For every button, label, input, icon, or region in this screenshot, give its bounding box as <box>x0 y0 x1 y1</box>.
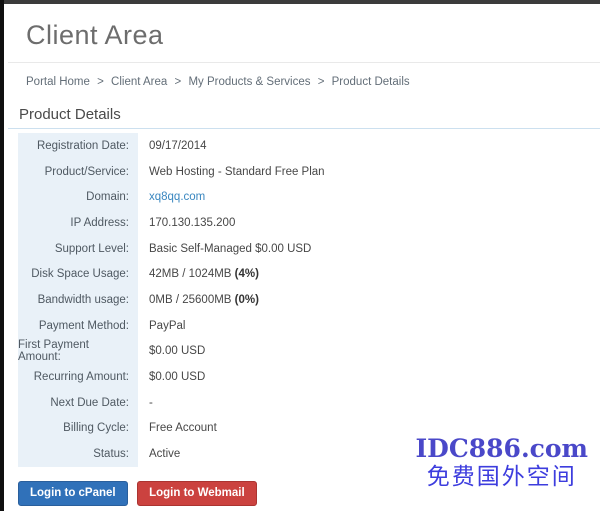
row-value: 42MB / 1024MB (4%) <box>138 268 259 280</box>
breadcrumb-separator: > <box>175 76 182 88</box>
table-row-payment-method: Payment Method: PayPal <box>18 313 600 339</box>
top-border-bar <box>0 0 600 4</box>
status-value: Active <box>149 448 180 460</box>
row-value-text: 170.130.135.200 <box>149 217 235 229</box>
login-to-cpanel-button[interactable]: Login to cPanel <box>18 481 128 506</box>
row-label: Payment Method: <box>18 313 138 339</box>
table-row-first-payment-amount: First Payment Amount: $0.00 USD <box>18 339 600 365</box>
row-value-text: 42MB / 1024MB <box>149 268 235 280</box>
row-label: Disk Space Usage: <box>18 261 138 287</box>
row-label: Bandwidth usage: <box>18 287 138 313</box>
row-label: Next Due Date: <box>18 390 138 416</box>
product-details-table: Registration Date: 09/17/2014 Product/Se… <box>18 133 600 467</box>
header-divider <box>8 62 600 63</box>
breadcrumb-portal-home[interactable]: Portal Home <box>26 76 90 88</box>
section-title: Product Details <box>19 106 121 123</box>
row-value: 09/17/2014 <box>138 140 207 152</box>
row-value: - <box>138 397 153 409</box>
row-value-text: Web Hosting - Standard Free Plan <box>149 166 325 178</box>
table-row-domain: Domain: xq8qq.com <box>18 184 600 210</box>
row-value-text: 09/17/2014 <box>149 140 207 152</box>
row-value-text: Basic Self-Managed $0.00 USD <box>149 243 311 255</box>
row-value: Active <box>138 448 180 460</box>
breadcrumb-separator: > <box>97 76 104 88</box>
row-label: Status: <box>18 441 138 467</box>
row-label: Recurring Amount: <box>18 364 138 390</box>
row-value-text: $0.00 USD <box>149 345 205 357</box>
row-value-text: PayPal <box>149 320 185 332</box>
row-label: Registration Date: <box>18 133 138 159</box>
section-underline <box>8 128 600 129</box>
row-value: 0MB / 25600MB (0%) <box>138 294 259 306</box>
table-row-status: Status: Active <box>18 441 600 467</box>
row-label: First Payment Amount: <box>18 339 138 365</box>
page-title: Client Area <box>26 20 164 51</box>
row-value-text: - <box>149 397 153 409</box>
domain-link[interactable]: xq8qq.com <box>149 191 205 203</box>
row-value-text: Free Account <box>149 422 217 434</box>
breadcrumb-client-area[interactable]: Client Area <box>111 76 167 88</box>
breadcrumb-product-details: Product Details <box>332 76 410 88</box>
row-value: PayPal <box>138 320 185 332</box>
breadcrumb-my-products-services[interactable]: My Products & Services <box>188 76 310 88</box>
login-to-webmail-button[interactable]: Login to Webmail <box>137 481 257 506</box>
row-value: 170.130.135.200 <box>138 217 235 229</box>
table-row-disk-space-usage: Disk Space Usage: 42MB / 1024MB (4%) <box>18 261 600 287</box>
row-label: Product/Service: <box>18 159 138 185</box>
table-row-bandwidth-usage: Bandwidth usage: 0MB / 25600MB (0%) <box>18 287 600 313</box>
row-value: Free Account <box>138 422 217 434</box>
usage-percent: (4%) <box>235 268 259 280</box>
row-value: xq8qq.com <box>138 191 205 203</box>
table-row-support-level: Support Level: Basic Self-Managed $0.00 … <box>18 236 600 262</box>
row-value: Web Hosting - Standard Free Plan <box>138 166 325 178</box>
breadcrumb: Portal Home > Client Area > My Products … <box>26 76 590 88</box>
table-row-product-service: Product/Service: Web Hosting - Standard … <box>18 159 600 185</box>
breadcrumb-separator: > <box>318 76 325 88</box>
row-value-text: 0MB / 25600MB <box>149 294 235 306</box>
row-value: $0.00 USD <box>138 345 205 357</box>
row-label: Support Level: <box>18 236 138 262</box>
row-value: $0.00 USD <box>138 371 205 383</box>
row-label: IP Address: <box>18 210 138 236</box>
table-row-registration-date: Registration Date: 09/17/2014 <box>18 133 600 159</box>
table-row-ip-address: IP Address: 170.130.135.200 <box>18 210 600 236</box>
table-row-next-due-date: Next Due Date: - <box>18 390 600 416</box>
table-row-billing-cycle: Billing Cycle: Free Account <box>18 416 600 442</box>
row-label: Billing Cycle: <box>18 416 138 442</box>
row-value: Basic Self-Managed $0.00 USD <box>138 243 311 255</box>
action-buttons: Login to cPanel Login to Webmail <box>18 481 257 506</box>
usage-percent: (0%) <box>235 294 259 306</box>
left-border-bar <box>0 0 4 511</box>
row-value-text: $0.00 USD <box>149 371 205 383</box>
row-label: Domain: <box>18 184 138 210</box>
table-row-recurring-amount: Recurring Amount: $0.00 USD <box>18 364 600 390</box>
